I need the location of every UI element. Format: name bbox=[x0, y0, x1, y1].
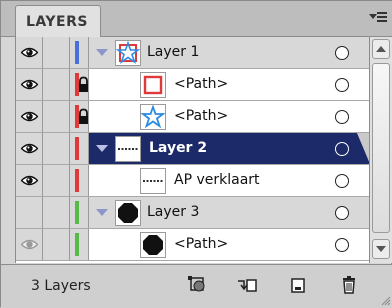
target-circle-icon[interactable] bbox=[335, 110, 349, 124]
layer-name[interactable]: AP verklaart bbox=[174, 172, 260, 188]
layer-name[interactable]: <Path> bbox=[174, 76, 228, 92]
layer-name[interactable]: Layer 2 bbox=[149, 140, 207, 156]
disclosure-triangle-icon[interactable] bbox=[96, 209, 108, 216]
layer-name[interactable]: Layer 1 bbox=[147, 44, 199, 60]
scroll-thumb[interactable] bbox=[372, 63, 390, 233]
make-clipping-mask-icon bbox=[188, 276, 205, 292]
layer-row-layer-2[interactable]: Layer 2 bbox=[16, 133, 369, 165]
layer-row-layer-1[interactable]: Layer 1 bbox=[16, 37, 369, 69]
blue-star-thumb-icon bbox=[140, 104, 166, 130]
lock-toggle[interactable] bbox=[43, 165, 70, 196]
lock-toggle[interactable] bbox=[43, 69, 89, 100]
layer-name[interactable]: <Path> bbox=[174, 108, 228, 124]
vertical-scrollbar[interactable] bbox=[369, 37, 392, 263]
disclosure-triangle-icon[interactable] bbox=[96, 145, 108, 152]
panel-title-bar: LAYERS bbox=[1, 1, 392, 37]
dashed-line-thumb-icon bbox=[115, 136, 141, 162]
eye-icon bbox=[21, 111, 38, 122]
resize-grip-icon[interactable] bbox=[379, 294, 391, 306]
red-rectangle-thumb-icon bbox=[140, 72, 166, 98]
scroll-down-button[interactable] bbox=[372, 239, 390, 259]
layer-color-swatch bbox=[75, 201, 79, 224]
create-new-layer-button[interactable] bbox=[287, 275, 309, 295]
layer-name[interactable]: <Path> bbox=[174, 236, 228, 252]
lock-toggle[interactable] bbox=[43, 101, 89, 132]
layer-color-swatch bbox=[75, 73, 79, 96]
layer-color-swatch bbox=[75, 137, 79, 160]
layer-color-swatch bbox=[75, 169, 79, 192]
target-circle-icon[interactable] bbox=[335, 78, 349, 92]
layer-row-layer-3[interactable]: Layer 3 bbox=[16, 197, 369, 229]
layer-color-swatch bbox=[75, 233, 79, 256]
target-circle-icon[interactable] bbox=[335, 46, 349, 60]
create-new-layer-icon bbox=[291, 278, 305, 293]
lock-toggle[interactable] bbox=[43, 229, 70, 260]
lock-toggle[interactable] bbox=[43, 197, 70, 228]
sublayer-row-path[interactable]: <Path> bbox=[16, 229, 369, 261]
layer-count-label: 3 Layers bbox=[31, 278, 91, 294]
visibility-toggle[interactable] bbox=[16, 37, 43, 68]
sublayer-row-path[interactable]: <Path> bbox=[16, 101, 369, 133]
visibility-toggle[interactable] bbox=[16, 165, 43, 196]
layer-name[interactable]: Layer 3 bbox=[147, 204, 199, 220]
shapes-thumb-icon bbox=[115, 40, 141, 66]
delete-layer-button[interactable] bbox=[338, 275, 360, 295]
eye-icon bbox=[21, 175, 38, 186]
visibility-toggle[interactable] bbox=[16, 133, 43, 164]
layer-list: Layer 1 <Path> <Path> Layer 2 AP verklaa… bbox=[15, 37, 369, 263]
tab-layers[interactable]: LAYERS bbox=[15, 5, 101, 37]
layers-panel: LAYERS Layer 1 <Path> <Path> Layer 2 AP … bbox=[0, 0, 392, 308]
black-octagon-thumb-icon bbox=[115, 200, 141, 226]
eye-icon bbox=[21, 143, 38, 154]
delete-layer-icon bbox=[343, 276, 355, 294]
lock-toggle[interactable] bbox=[43, 37, 70, 68]
target-circle-icon[interactable] bbox=[335, 142, 349, 156]
target-circle-icon[interactable] bbox=[335, 238, 349, 252]
visibility-toggle[interactable] bbox=[16, 101, 43, 132]
dashed-line-thumb-icon bbox=[140, 168, 166, 194]
tab-label: LAYERS bbox=[26, 14, 88, 30]
sublayer-row-path[interactable]: <Path> bbox=[16, 69, 369, 101]
sublayer-row-ap-verklaart[interactable]: AP verklaart bbox=[16, 165, 369, 197]
layer-color-swatch bbox=[75, 105, 79, 128]
create-new-sublayer-icon bbox=[238, 279, 257, 292]
panel-menu-icon[interactable] bbox=[369, 11, 387, 25]
visibility-toggle[interactable] bbox=[16, 229, 43, 260]
visibility-toggle[interactable] bbox=[16, 197, 43, 228]
layer-color-swatch bbox=[75, 41, 79, 64]
create-new-sublayer-button[interactable] bbox=[236, 275, 258, 295]
panel-footer: 3 Layers bbox=[1, 264, 392, 308]
lock-toggle[interactable] bbox=[43, 133, 70, 164]
disclosure-triangle-icon[interactable] bbox=[96, 49, 108, 56]
target-circle-icon[interactable] bbox=[335, 206, 349, 220]
visibility-toggle[interactable] bbox=[16, 69, 43, 100]
eye-icon bbox=[21, 79, 38, 90]
scroll-up-button[interactable] bbox=[372, 39, 390, 59]
eye-icon bbox=[21, 47, 38, 58]
target-circle-icon[interactable] bbox=[335, 174, 349, 188]
black-octagon-thumb-icon bbox=[140, 232, 166, 258]
make-clipping-mask-button[interactable] bbox=[186, 275, 208, 295]
eye-icon bbox=[21, 239, 38, 250]
